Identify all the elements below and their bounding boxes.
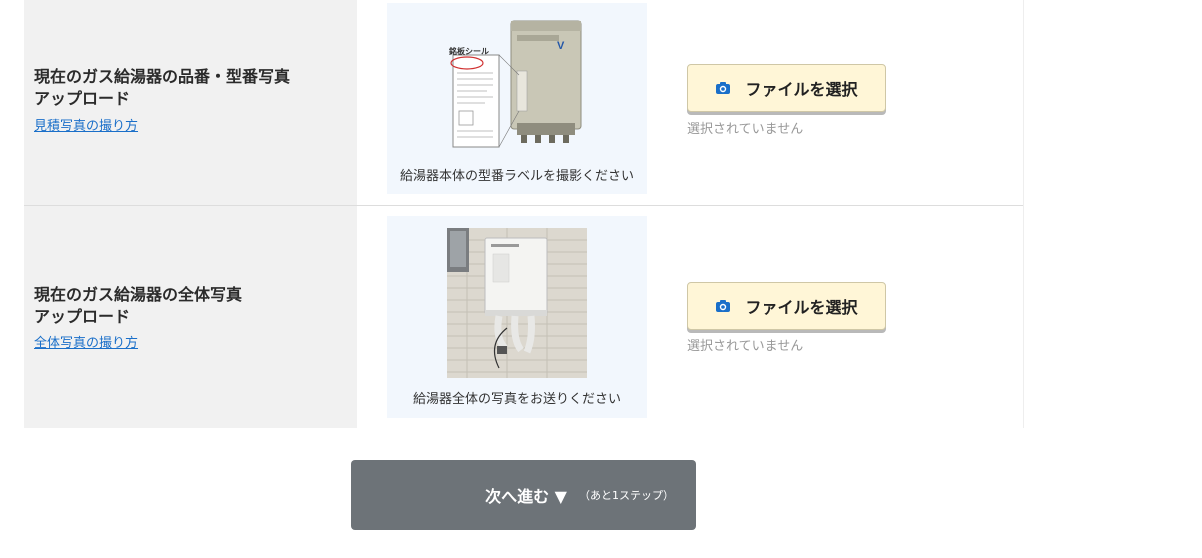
file-select-label: ファイルを選択 (745, 80, 858, 99)
upload-row-whole-photo: 現在のガス給湯器の全体写真 アップロード 全体写真の撮り方 給湯器全体の写真をお… (24, 206, 1024, 428)
row-title: 現在のガス給湯器の品番・型番写真 アップロード (34, 66, 290, 110)
example-photo-whole-heater (447, 228, 587, 378)
file-select-button[interactable]: ファイルを選択 (687, 64, 886, 112)
row-title-line2: アップロード (34, 89, 131, 108)
example-photo-heater-label: V (450, 20, 582, 148)
row-title-line1: 現在のガス給湯器の全体写真 (34, 285, 243, 304)
next-step-button[interactable]: 次へ進む ▼ （あと1ステップ） (351, 460, 696, 530)
example-panel-whole-heater: 給湯器全体の写真をお送りください (387, 216, 647, 418)
camera-icon (716, 82, 731, 94)
row-label-cell: 現在のガス給湯器の品番・型番写真 アップロード 見積写真の撮り方 (24, 0, 357, 205)
file-status: 選択されていません (687, 122, 804, 137)
row-title-line1: 現在のガス給湯器の品番・型番写真 (34, 67, 291, 86)
help-link-whole-photo[interactable]: 全体写真の撮り方 (34, 332, 138, 351)
example-caption: 給湯器本体の型番ラベルを撮影ください (399, 169, 634, 184)
example-caption: 給湯器全体の写真をお送りください (412, 392, 621, 407)
label-sticker-title: 銘板シール (449, 47, 489, 56)
next-step-label: 次へ進む ▼ (485, 487, 567, 506)
svg-text:V: V (557, 40, 565, 52)
help-link-estimate-photo[interactable]: 見積写真の撮り方 (34, 115, 138, 134)
camera-icon (716, 300, 731, 312)
example-panel-model-label: V 銘板シール 給湯器本体の型番ラベルを撮影ください (387, 3, 647, 194)
row-title: 現在のガス給湯器の全体写真 アップロード (34, 284, 242, 328)
table-right-border (1023, 0, 1024, 428)
file-status: 選択されていません (687, 339, 804, 354)
upload-table: 現在のガス給湯器の品番・型番写真 アップロード 見積写真の撮り方 V 銘板シール… (24, 0, 1024, 428)
upload-row-model-number: 現在のガス給湯器の品番・型番写真 アップロード 見積写真の撮り方 V 銘板シール… (24, 0, 1024, 205)
next-step-sublabel: （あと1ステップ） (579, 489, 674, 502)
row-title-line2: アップロード (34, 307, 131, 326)
file-select-button[interactable]: ファイルを選択 (687, 282, 886, 330)
row-divider (24, 205, 1024, 206)
file-select-label: ファイルを選択 (745, 298, 858, 317)
row-label-cell: 現在のガス給湯器の全体写真 アップロード 全体写真の撮り方 (24, 206, 357, 428)
